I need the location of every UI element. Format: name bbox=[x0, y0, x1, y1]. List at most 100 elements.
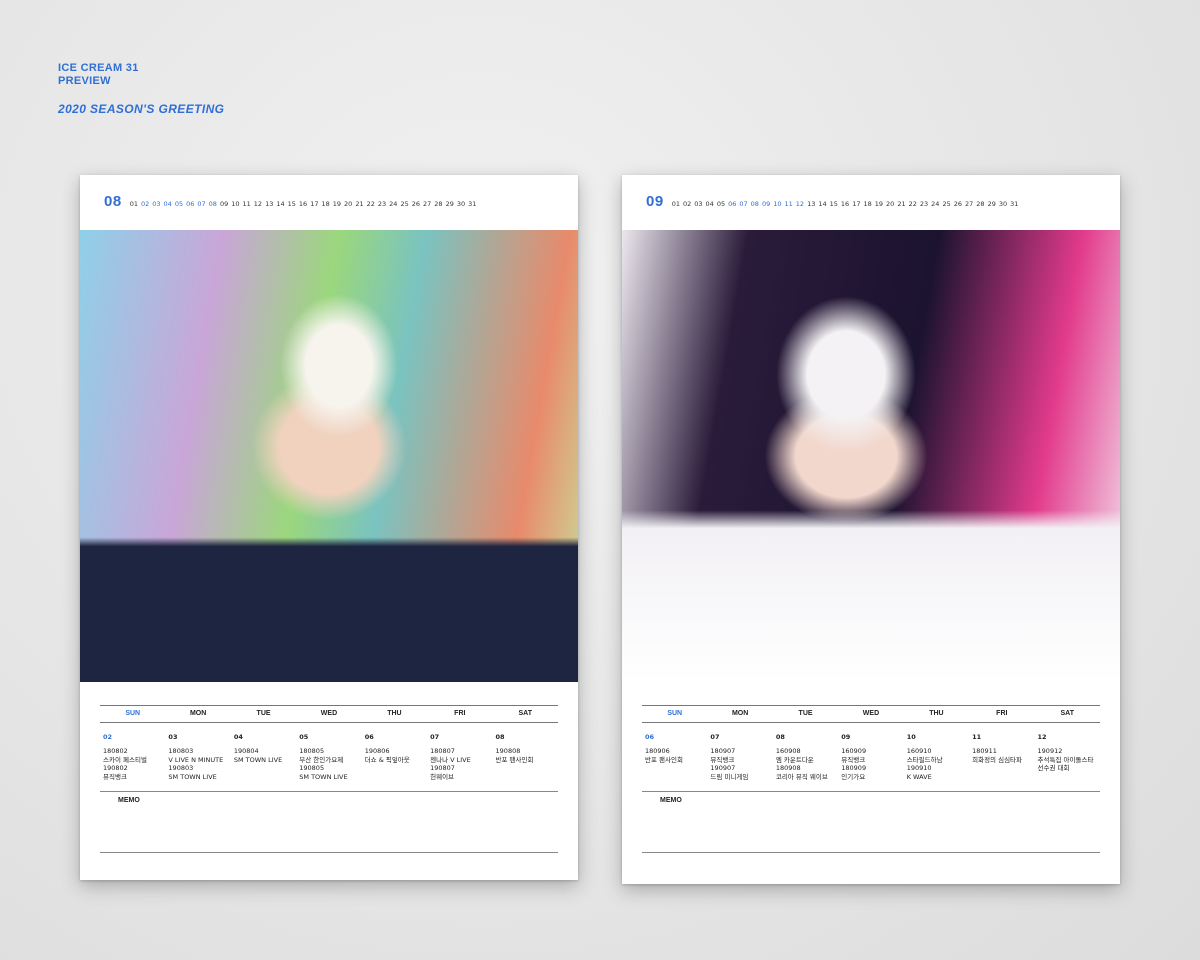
event-line: 180911 bbox=[972, 747, 997, 756]
day-number: 28 bbox=[976, 200, 985, 208]
weekday-sun: SUN bbox=[125, 710, 141, 717]
brand-title: ICE CREAM 31 bbox=[58, 62, 139, 74]
day-number: 21 bbox=[897, 200, 906, 208]
brand-block: ICE CREAM 31 PREVIEW 2020 SEASON'S GREET… bbox=[58, 62, 224, 116]
day-number: 06 bbox=[186, 200, 195, 208]
day-number: 24 bbox=[389, 200, 398, 208]
day-cell: 05 180805 부산 한인가요제 190805 SM TOWN LIVE bbox=[296, 733, 361, 781]
day-number: 30 bbox=[456, 200, 466, 208]
event-line: 스타필드하남 bbox=[906, 755, 943, 764]
event-line: 부산 한인가요제 bbox=[299, 755, 344, 764]
cell-date: 05 bbox=[299, 733, 309, 741]
day-number: 13 bbox=[807, 200, 816, 208]
weekday-thu: THU bbox=[929, 710, 944, 717]
weekday-header: SUN MON TUE WED THU FRI SAT bbox=[642, 706, 1100, 723]
day-cell: 03 180803 V LIVE N MINUTE 190803 SM TOWN LIV… bbox=[165, 733, 230, 781]
day-number: 31 bbox=[1010, 200, 1019, 208]
day-number: 15 bbox=[287, 200, 296, 208]
event-line: 180906 bbox=[645, 747, 670, 756]
weekday-mon: MON bbox=[189, 710, 207, 717]
cell-date: 12 bbox=[1037, 733, 1047, 741]
day-number: 07 bbox=[739, 200, 748, 208]
weekday-thu: THU bbox=[387, 710, 402, 717]
month-photo bbox=[622, 230, 1120, 682]
day-number: 13 bbox=[265, 200, 274, 208]
cell-date: 09 bbox=[841, 733, 851, 741]
day-number: 07 bbox=[197, 200, 206, 208]
day-number: 04 bbox=[705, 200, 714, 208]
brand-subtitle: PREVIEW bbox=[58, 75, 111, 87]
day-number: 06 bbox=[728, 200, 737, 208]
memo-label: MEMO bbox=[660, 797, 682, 805]
weekday-fri: FRI bbox=[996, 710, 1008, 717]
event-line: 선수권 대회 bbox=[1037, 764, 1070, 773]
day-number: 25 bbox=[942, 200, 951, 208]
event-line: 뮤직뱅크 bbox=[710, 755, 735, 764]
cell-date: 08 bbox=[775, 733, 785, 741]
day-number: 12 bbox=[795, 200, 805, 208]
event-line: 180805 bbox=[299, 747, 325, 756]
day-number: 04 bbox=[163, 200, 172, 208]
event-line: 190808 bbox=[495, 747, 521, 756]
month-header: 08 01 02 03 04 05 06 07 08 09 10 11 12 13 14 15 16 17 18 1… bbox=[104, 193, 479, 210]
event-line: 엠 카운트다운 bbox=[775, 755, 814, 764]
event-line: 180907 bbox=[710, 747, 736, 756]
weekday-tue: TUE bbox=[256, 710, 271, 717]
event-line: 190803 bbox=[168, 764, 194, 773]
weekday-wed: WED bbox=[320, 710, 338, 717]
day-number: 05 bbox=[716, 200, 726, 208]
day-cell: 10 160910 스타필드하남 190910 K WAVE bbox=[904, 733, 969, 781]
event-line: SM TOWN LIVE bbox=[233, 755, 283, 764]
day-number: 11 bbox=[784, 200, 793, 208]
day-number: 14 bbox=[276, 200, 285, 208]
event-line: 스카이 페스티벌 bbox=[103, 755, 147, 764]
event-line: 190805 bbox=[299, 764, 325, 773]
day-number: 19 bbox=[874, 200, 884, 208]
event-line: 190907 bbox=[710, 764, 736, 773]
day-cell: 08 160908 엠 카운트다운 180908 코리아 뮤직 웨이브 bbox=[773, 733, 838, 781]
event-line: SM TOWN LIVE bbox=[168, 772, 217, 781]
event-line: 190910 bbox=[906, 764, 932, 773]
event-line: 반포 팬사인회 bbox=[645, 755, 683, 764]
memo-bottom-line bbox=[100, 852, 558, 853]
calendar-page-september: 09 01 02 03 04 05 06 07 08 09 10 11 12 13 14 15 16 17 18 1… bbox=[622, 175, 1120, 884]
day-number: 18 bbox=[863, 200, 872, 208]
cell-date: 04 bbox=[233, 733, 243, 741]
weekday-tue: TUE bbox=[798, 710, 813, 717]
day-number: 23 bbox=[919, 200, 929, 208]
day-number: 23 bbox=[377, 200, 387, 208]
day-number: 18 bbox=[321, 200, 330, 208]
day-cell: 02 180802 스카이 페스티벌 190802 뮤직뱅크 bbox=[100, 733, 165, 781]
day-number: 08 bbox=[750, 200, 759, 208]
day-number: 17 bbox=[310, 200, 319, 208]
event-line: 190807 bbox=[430, 764, 455, 773]
cell-date: 10 bbox=[906, 733, 916, 741]
event-line: 190804 bbox=[233, 747, 259, 756]
day-number: 01 bbox=[671, 200, 680, 208]
cell-date: 06 bbox=[364, 733, 374, 741]
event-line: 160910 bbox=[906, 747, 932, 756]
day-number: 02 bbox=[140, 200, 150, 208]
event-line: 180908 bbox=[775, 764, 801, 773]
weekday-header: SUN MON TUE WED THU FRI SAT bbox=[100, 706, 558, 723]
day-number: 16 bbox=[298, 200, 308, 208]
event-line: 190806 bbox=[364, 747, 390, 756]
day-cell: 09 160909 뮤직뱅크 180909 인기가요 bbox=[838, 733, 903, 781]
day-strip: 01 02 03 04 05 06 07 08 09 10 11 12 13 14 15 16 17 18 19 20… bbox=[672, 200, 1022, 208]
event-line: 헌웨이브 bbox=[430, 772, 455, 781]
day-number: 11 bbox=[242, 200, 251, 208]
day-number: 16 bbox=[840, 200, 850, 208]
day-cell: 08 190808 반포 팬사인회 bbox=[493, 733, 558, 781]
event-line: 180802 bbox=[103, 747, 128, 756]
event-line: 160909 bbox=[841, 747, 867, 756]
event-line: 뮤직뱅크 bbox=[103, 772, 127, 781]
event-line: 희화정의 심심타파 bbox=[972, 755, 1023, 764]
day-number: 08 bbox=[208, 200, 217, 208]
cell-date: 08 bbox=[495, 733, 505, 741]
memo-bottom-line bbox=[642, 852, 1100, 853]
event-line: 반포 팬사인회 bbox=[495, 755, 534, 764]
month-photo bbox=[80, 230, 578, 682]
day-number: 26 bbox=[953, 200, 962, 208]
day-number: 12 bbox=[253, 200, 263, 208]
event-line: 인기가요 bbox=[841, 772, 866, 781]
